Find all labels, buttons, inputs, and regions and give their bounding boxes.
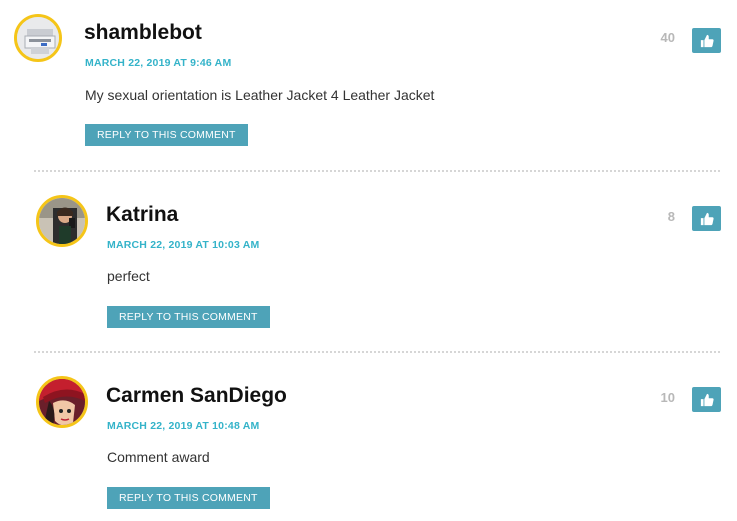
- avatar[interactable]: [36, 376, 88, 428]
- like-button[interactable]: [692, 387, 721, 412]
- reply-button[interactable]: REPLY TO THIS COMMENT: [85, 124, 248, 146]
- comment-author[interactable]: Carmen SanDiego: [106, 384, 287, 408]
- vote-count: 10: [660, 390, 675, 405]
- comment-date[interactable]: MARCH 22, 2019 AT 10:48 AM: [107, 420, 259, 432]
- carmen-avatar-icon: [39, 379, 85, 425]
- comment-divider: [34, 170, 720, 172]
- thumbs-up-icon: [700, 34, 714, 47]
- printer-avatar-icon: [17, 17, 59, 59]
- vote-count: 40: [660, 30, 675, 45]
- like-button[interactable]: [692, 28, 721, 53]
- avatar[interactable]: [14, 14, 62, 62]
- comment-divider: [34, 351, 720, 353]
- like-button[interactable]: [692, 206, 721, 231]
- comment-author[interactable]: shamblebot: [84, 21, 202, 45]
- avatar[interactable]: [36, 195, 88, 247]
- comment-text: My sexual orientation is Leather Jacket …: [85, 87, 435, 103]
- selfie-avatar-icon: [39, 198, 85, 244]
- thumbs-up-icon: [700, 212, 714, 225]
- reply-button[interactable]: REPLY TO THIS COMMENT: [107, 306, 270, 328]
- vote-count: 8: [667, 209, 675, 224]
- comment-date[interactable]: MARCH 22, 2019 AT 10:03 AM: [107, 239, 259, 251]
- comment-author[interactable]: Katrina: [106, 203, 178, 227]
- thumbs-up-icon: [700, 393, 714, 406]
- reply-button[interactable]: REPLY TO THIS COMMENT: [107, 487, 270, 509]
- comment-date[interactable]: MARCH 22, 2019 AT 9:46 AM: [85, 57, 231, 69]
- comment-text: perfect: [107, 268, 150, 284]
- comment-text: Comment award: [107, 449, 210, 465]
